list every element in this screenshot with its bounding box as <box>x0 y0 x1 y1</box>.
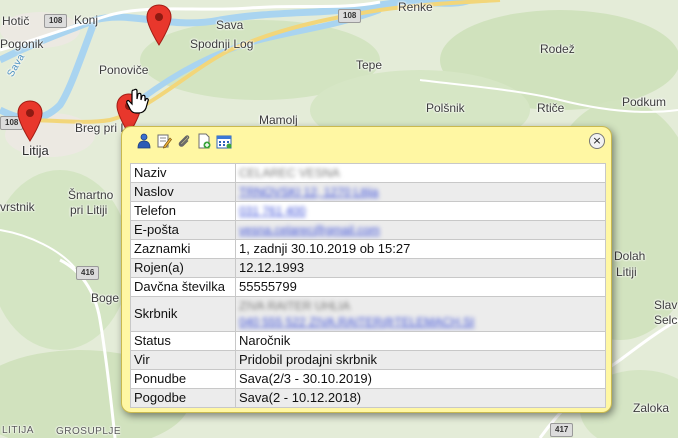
field-value: vesna.celarec@gmail.com <box>235 220 606 240</box>
field-value: 1, zadnji 30.10.2019 ob 15:27 <box>235 239 606 259</box>
map-label-tepe: Tepe <box>356 58 383 72</box>
road-shield-108-right: 108 <box>338 9 362 23</box>
field-value: TRNOVSKI 12, 1270 Litija <box>235 182 606 202</box>
map-label-boge: Boge <box>91 291 120 305</box>
field-value: Naročnik <box>235 331 606 351</box>
field-value: 55555799 <box>235 277 606 297</box>
field-label: Naslov <box>130 182 236 202</box>
map-marker-pin-icon[interactable] <box>146 4 172 46</box>
manager-contact-link[interactable]: 040 555 522 ZIVA.RAITER@TELEMACH.SI <box>239 314 602 330</box>
field-label: Ponudbe <box>130 369 236 389</box>
map-label-ponovice: Ponoviče <box>99 63 149 77</box>
field-label: Status <box>130 331 236 351</box>
road-shield-416: 416 <box>76 266 100 280</box>
field-value: Sava(2 - 10.12.2018) <box>235 388 606 408</box>
blurred-value: ZIVA RAITER UHLIA <box>239 299 351 313</box>
popup-toolbar <box>136 133 232 151</box>
map-label-rtice: Rtiče <box>537 101 565 115</box>
map-label-zaloka: Zaloka <box>633 401 670 415</box>
map-label-polsnik: Polšnik <box>426 101 465 115</box>
table-row: Rojen(a) 12.12.1993 <box>130 258 606 278</box>
table-row: Skrbnik ZIVA RAITER UHLIA 040 555 522 ZI… <box>130 296 606 332</box>
field-value: CELAREC VESNA <box>235 163 606 183</box>
map-label-sava-top: Sava <box>216 18 244 32</box>
field-label: E-pošta <box>130 220 236 240</box>
field-value: 12.12.1993 <box>235 258 606 278</box>
map-label-smartno: Šmartno <box>68 188 114 202</box>
map-label-rodez: Rodež <box>540 42 575 56</box>
field-label: Zaznamki <box>130 239 236 259</box>
road-shield-108-left: 108 <box>44 14 68 28</box>
attachment-icon[interactable] <box>176 133 192 149</box>
table-row: Zaznamki 1, zadnji 30.10.2019 ob 15:27 <box>130 239 606 259</box>
road-shield-417: 417 <box>550 423 574 437</box>
table-row: Davčna številka 55555799 <box>130 277 606 297</box>
table-row: Status Naročnik <box>130 331 606 351</box>
table-row: E-pošta vesna.celarec@gmail.com <box>130 220 606 240</box>
field-value: 031 761 400 <box>235 201 606 221</box>
field-value: ZIVA RAITER UHLIA 040 555 522 ZIVA.RAITE… <box>235 296 606 332</box>
map-label-pri-litiji: pri Litiji <box>70 203 108 217</box>
map-label-pogonik: Pogonik <box>0 37 44 51</box>
table-row: Vir Pridobil prodajni skrbnik <box>130 350 606 370</box>
close-button[interactable]: × <box>589 133 605 149</box>
table-row: Pogodbe Sava(2 - 10.12.2018) <box>130 388 606 408</box>
field-label: Pogodbe <box>130 388 236 408</box>
map-label-podkum: Podkum <box>622 95 667 109</box>
map-label-mamolj: Mamolj <box>259 113 298 127</box>
table-row: Naslov TRNOVSKI 12, 1270 Litija <box>130 182 606 202</box>
map-label-konj: Konj <box>74 13 99 27</box>
edit-icon[interactable] <box>156 133 172 149</box>
map-label-litija: Litija <box>22 143 49 158</box>
field-value: Sava(2/3 - 30.10.2019) <box>235 369 606 389</box>
map-label-slav: Slav <box>654 298 678 312</box>
map-label-dolah: Dolah <box>614 249 646 263</box>
calendar-icon[interactable] <box>216 133 232 149</box>
table-row: Ponudbe Sava(2/3 - 30.10.2019) <box>130 369 606 389</box>
map-label-litiji-right: Litiji <box>616 265 637 279</box>
field-label: Vir <box>130 350 236 370</box>
table-row: Naziv CELAREC VESNA <box>130 163 606 183</box>
map-label-hotic: Hotič <box>2 14 30 28</box>
field-label: Rojen(a) <box>130 258 236 278</box>
field-label: Skrbnik <box>130 296 236 332</box>
field-value: Pridobil prodajni skrbnik <box>235 350 606 370</box>
table-row: Telefon 031 761 400 <box>130 201 606 221</box>
customer-info-table: Naziv CELAREC VESNA Naslov TRNOVSKI 12, … <box>130 163 606 408</box>
map-label-selc: Selc <box>654 313 678 327</box>
map-label-vrstnik: vrstnik <box>0 200 35 214</box>
map-label-grosuplje: GROSUPLJE <box>56 426 122 437</box>
phone-link[interactable]: 031 761 400 <box>239 203 602 220</box>
map-label-spodnji-log: Spodnji Log <box>190 37 254 51</box>
blurred-value: CELAREC VESNA <box>239 166 340 180</box>
map-label-renke: Renke <box>398 0 433 14</box>
info-popup: × Naziv CELAREC VESNA Naslov TRNOVSKI 12… <box>121 126 612 413</box>
map-label-litija-small: LITIJA <box>2 425 34 436</box>
field-label: Naziv <box>130 163 236 183</box>
add-document-icon[interactable] <box>196 133 212 149</box>
address-link[interactable]: TRNOVSKI 12, 1270 Litija <box>239 184 602 201</box>
hand-cursor-icon <box>126 88 149 114</box>
map-marker-pin-icon[interactable] <box>17 100 43 142</box>
person-icon[interactable] <box>136 133 152 149</box>
email-link[interactable]: vesna.celarec@gmail.com <box>239 222 602 239</box>
field-label: Davčna številka <box>130 277 236 297</box>
field-label: Telefon <box>130 201 236 221</box>
